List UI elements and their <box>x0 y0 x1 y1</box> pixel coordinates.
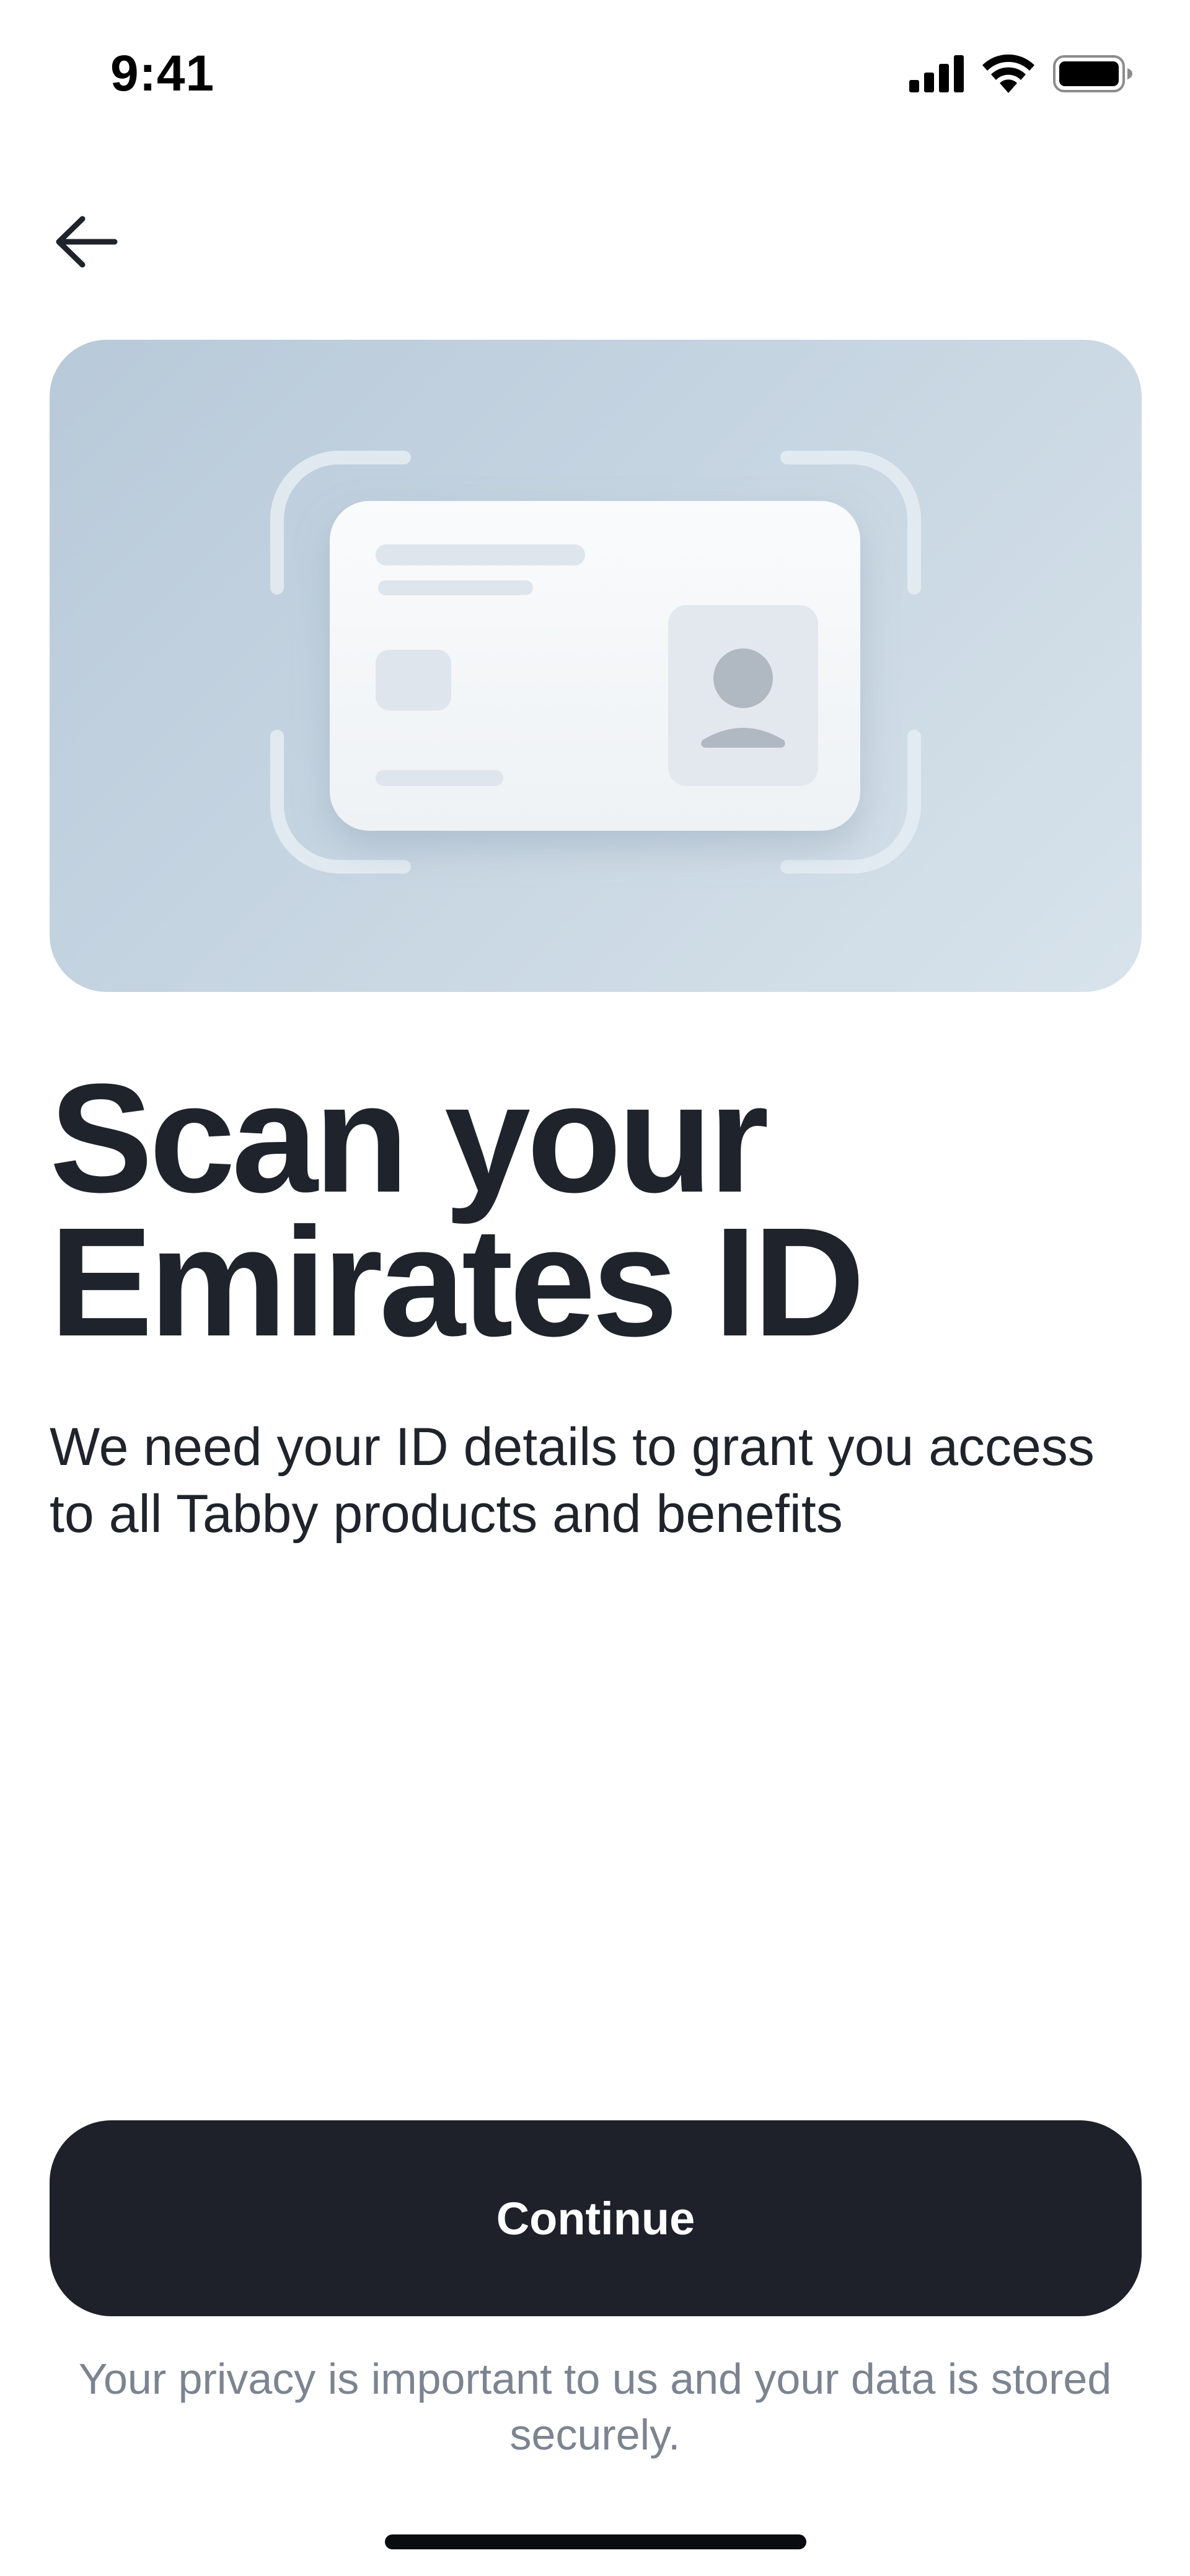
back-button[interactable] <box>50 205 124 279</box>
privacy-note: Your privacy is important to us and your… <box>78 2355 1112 2459</box>
page-description: We need your ID details to grant you acc… <box>50 1417 1095 1544</box>
scan-emirates-id-screen: 9:41 Scan your Emirates ID We need your … <box>0 0 1190 2576</box>
id-card-scan-illustration <box>270 451 921 874</box>
hero-illustration <box>50 340 1142 992</box>
cellular-signal-icon <box>909 55 964 92</box>
battery-icon <box>1053 55 1132 92</box>
wifi-icon <box>982 55 1034 93</box>
status-bar: 9:41 <box>0 0 1190 143</box>
status-time: 9:41 <box>110 45 215 102</box>
arrow-left-icon <box>56 216 118 268</box>
continue-button[interactable]: Continue <box>50 2120 1142 2316</box>
home-indicator[interactable] <box>385 2534 806 2549</box>
status-icons <box>909 55 1132 93</box>
page-title: Scan your Emirates ID <box>50 1051 865 1368</box>
